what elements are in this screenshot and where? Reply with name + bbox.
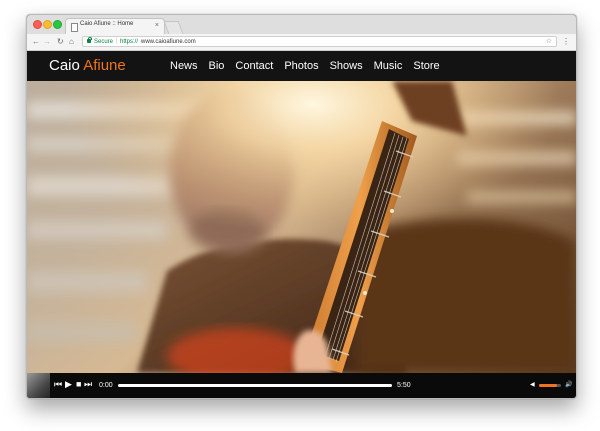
- guitarist-photo: [27, 81, 576, 373]
- browser-menu-icon[interactable]: ⋮: [562, 36, 570, 47]
- stop-icon[interactable]: ■: [76, 379, 81, 390]
- site-header: Caio Afiune News Bio Contact Photos Show…: [27, 51, 576, 81]
- nav-photos[interactable]: Photos: [284, 60, 318, 73]
- forward-icon[interactable]: →: [43, 36, 51, 47]
- volume-low-icon[interactable]: ◀: [530, 381, 535, 390]
- nav-contact[interactable]: Contact: [235, 60, 273, 73]
- nav-music[interactable]: Music: [374, 60, 403, 73]
- tab-close-icon[interactable]: ×: [155, 21, 159, 31]
- url-host: www.caioafiune.com: [141, 39, 196, 45]
- nav-bio[interactable]: Bio: [209, 60, 225, 73]
- site-logo[interactable]: Caio Afiune: [49, 57, 126, 75]
- play-icon[interactable]: ▶: [65, 379, 72, 390]
- address-bar[interactable]: Secure | https:// www.caioafiune.com ☆: [82, 36, 557, 47]
- nav-news[interactable]: News: [170, 60, 198, 73]
- volume-slider[interactable]: [539, 384, 561, 387]
- reload-icon[interactable]: ↻: [57, 36, 64, 47]
- window-maximize-button[interactable]: [53, 20, 62, 29]
- security-label: Secure: [94, 39, 114, 45]
- window-close-button[interactable]: [33, 20, 42, 29]
- volume-level: [539, 384, 557, 387]
- nav-shows[interactable]: Shows: [330, 60, 363, 73]
- tab-strip: Caio Afiune :: Home ×: [27, 15, 576, 35]
- page-icon: [71, 23, 78, 32]
- volume-high-icon[interactable]: 🔊: [565, 381, 572, 390]
- new-tab-button[interactable]: [163, 21, 184, 34]
- url-scheme: https://: [120, 39, 139, 45]
- audio-player: ⏮ ▶ ■ ⏭ 0:00 5:50 ◀ 🔊: [27, 373, 576, 398]
- main-nav: News Bio Contact Photos Shows Music Stor…: [170, 60, 440, 73]
- brand-last-name: Afiune: [83, 57, 126, 74]
- window-minimize-button[interactable]: [43, 20, 52, 29]
- home-icon[interactable]: ⌂: [69, 36, 74, 47]
- current-time: 0:00: [99, 382, 113, 389]
- lock-icon: [87, 37, 92, 43]
- bookmark-star-icon[interactable]: ☆: [546, 37, 552, 46]
- brand-first-name: Caio: [49, 57, 80, 74]
- nav-store[interactable]: Store: [413, 60, 439, 73]
- browser-toolbar: ← → ↻ ⌂ Secure | https:// www.caioafiune…: [27, 34, 576, 51]
- album-thumbnail[interactable]: [27, 373, 50, 398]
- back-icon[interactable]: ←: [32, 36, 40, 47]
- total-time: 5:50: [397, 382, 411, 389]
- url-separator: |: [116, 38, 118, 44]
- browser-window: Caio Afiune :: Home × ← → ↻ ⌂ Secure | h…: [26, 14, 577, 399]
- seek-bar[interactable]: [118, 384, 392, 387]
- hero-photo: [27, 81, 576, 373]
- next-track-icon[interactable]: ⏭: [84, 379, 92, 390]
- tab-title: Caio Afiune :: Home: [80, 21, 134, 27]
- browser-tab[interactable]: Caio Afiune :: Home ×: [65, 18, 165, 35]
- previous-track-icon[interactable]: ⏮: [54, 379, 62, 390]
